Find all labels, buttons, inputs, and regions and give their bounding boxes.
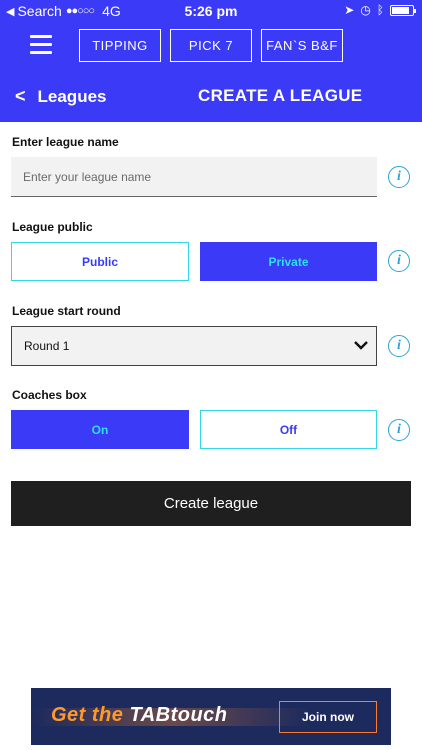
start-round-value: Round 1 [24,339,70,353]
page-title: CREATE A LEAGUE [198,86,363,105]
nav-fans-bf-button[interactable]: FAN`S B&F [261,29,343,62]
league-name-info-icon[interactable]: i [388,166,410,188]
ad-get-the-text: Get the [51,704,124,726]
nav-pick7-button[interactable]: PICK 7 [170,29,252,62]
ad-join-now-button[interactable]: Join now [279,701,377,733]
private-option-button[interactable]: Private [200,242,377,281]
public-option-button[interactable]: Public [11,242,189,281]
create-league-button[interactable]: Create league [11,481,411,526]
location-arrow-icon: ➤ [344,3,355,17]
chevron-left-icon: < [15,86,26,106]
alarm-clock-icon: ◷ [360,3,371,17]
title-bar: < Leagues CREATE A LEAGUE [0,80,422,116]
start-round-select[interactable]: Round 1 [11,326,377,366]
league-name-input[interactable] [11,157,377,197]
chevron-down-icon [354,341,368,350]
coaches-box-label: Coaches box [12,388,87,402]
nav-tipping-button[interactable]: TIPPING [79,29,161,62]
league-public-label: League public [12,220,93,234]
coaches-off-button[interactable]: Off [200,410,377,449]
status-bar: ◀ Search ●●○○○ 4G 5:26 pm ➤ ◷ ᛒ [0,0,422,22]
status-right: ➤ ◷ ᛒ [338,3,416,17]
start-round-label: League start round [12,304,121,318]
league-public-info-icon[interactable]: i [388,250,410,272]
back-leagues-button[interactable]: < Leagues [15,86,107,107]
start-round-info-icon[interactable]: i [388,335,410,357]
back-leagues-label: Leagues [37,86,107,106]
bluetooth-icon: ᛒ [376,3,384,17]
league-name-label: Enter league name [12,135,119,149]
coaches-box-info-icon[interactable]: i [388,419,410,441]
ad-brand-text: TABtouch [129,704,228,726]
battery-icon [390,4,416,16]
tabtouch-ad-banner[interactable]: Get the TABtouch Join now [31,688,391,745]
ad-headline: Get the TABtouch [51,704,228,727]
coaches-on-button[interactable]: On [11,410,189,449]
hamburger-menu-icon[interactable] [30,35,52,55]
